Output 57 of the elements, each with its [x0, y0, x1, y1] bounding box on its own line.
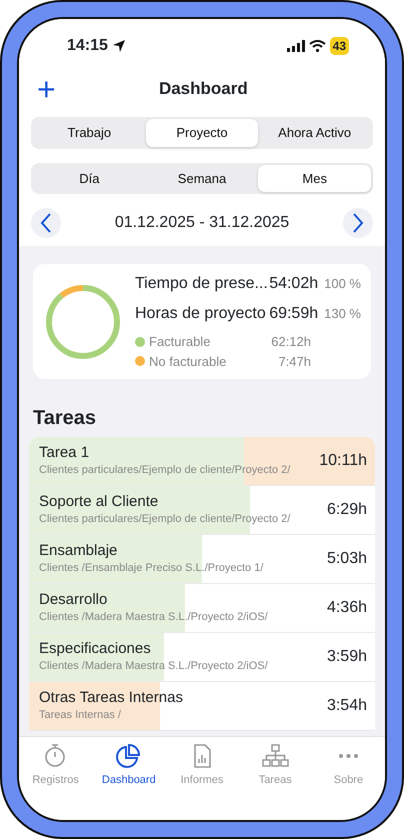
task-path: Clientes particulares/Ejemplo de cliente/Proyecto 2/ [39, 462, 292, 478]
task-path: Clientes /Ensamblaje Preciso S.L./Proyecto 1/ [39, 560, 264, 576]
task-time: 3:54h [326, 696, 367, 716]
tab-bar-item[interactable]: Dashboard [92, 743, 166, 788]
segment-tab[interactable]: Día [33, 164, 146, 192]
hierarchy-icon [262, 743, 289, 769]
segment-tab[interactable]: Semana [146, 164, 258, 192]
legend-label: No facturable [149, 352, 226, 370]
metric-label: Tiempo de prese... [135, 274, 268, 294]
more-icon [338, 754, 358, 758]
previous-button[interactable] [31, 208, 61, 238]
task-row[interactable]: Ensamblaje Clientes /Ensamblaje Preciso S.L./Proyecto 1/ 5:03h [29, 535, 375, 584]
date-range: 01.12.2025 - 31.12.2025 [114, 213, 290, 233]
add-button[interactable]: + [31, 73, 62, 105]
section-heading: Tareas [33, 406, 98, 431]
task-time: 3:59h [326, 647, 367, 667]
task-path: Clientes /Madera Maestra S.L./Proyecto 2/iOS/ [39, 610, 269, 625]
task-time: 4:36h [326, 598, 367, 618]
task-name: Desarrollo [39, 590, 108, 609]
legend-value: 7:47h [278, 352, 311, 370]
task-path: Clientes particulares/Ejemplo de cliente/Proyecto 2/ [39, 512, 292, 527]
chevron-right-icon [352, 213, 364, 233]
segment-tab[interactable]: Mes [258, 164, 372, 192]
metric-value: 69:59h [269, 304, 318, 324]
metric-value: 54:02h [269, 274, 318, 294]
wifi-icon [308, 40, 326, 52]
segment-tab[interactable]: Ahora Activo [258, 119, 372, 146]
metric-percent: 130 % [324, 305, 361, 323]
screen-title: Dashboard [158, 78, 249, 100]
task-time: 10:11h [319, 451, 367, 471]
metric-percent: 100 % [324, 275, 361, 293]
legend-value: 62:12h [271, 333, 311, 351]
segment-tab[interactable]: Proyecto [146, 119, 258, 146]
task-row[interactable]: Tarea 1 Clientes particulares/Ejemplo de cliente/Proyecto 2/ 10:11h [29, 437, 375, 486]
task-time: 6:29h [326, 500, 367, 520]
task-name: Tarea 1 [39, 444, 90, 462]
task-time: 5:03h [326, 549, 367, 569]
metric-label: Horas de proyecto [135, 304, 266, 324]
signal-icon [286, 40, 305, 52]
battery-indicator: 43 [330, 37, 349, 55]
location-arrow-icon [112, 39, 126, 53]
clock-time: 14:15 [67, 36, 108, 56]
task-name: Ensamblaje [39, 542, 118, 560]
chevron-left-icon [40, 213, 52, 233]
segment-tab[interactable]: Trabajo [33, 119, 146, 146]
task-row[interactable]: Otras Tareas Internas Tareas Internas / 3:54h [29, 682, 375, 731]
task-name: Otras Tareas Internas [39, 688, 184, 707]
next-button[interactable] [343, 208, 373, 238]
task-path: Tareas Internas / [39, 708, 122, 723]
task-name: Soporte al Cliente [39, 492, 160, 511]
task-row[interactable]: Soporte al Cliente Clientes particulares/Ejemplo de cliente/Proyecto 2/ 6:29h [29, 486, 375, 535]
legend-label: Facturable [149, 333, 210, 351]
pie-chart-icon [115, 743, 142, 769]
task-row[interactable]: Desarrollo Clientes /Madera Maestra S.L./Proyecto 2/iOS/ 4:36h [29, 584, 375, 633]
task-path: Clientes /Madera Maestra S.L./Proyecto 2/iOS/ [39, 658, 269, 674]
task-row[interactable]: Especificaciones Clientes /Madera Maestra S.L./Proyecto 2/iOS/ 3:59h [29, 633, 375, 682]
task-name: Especificaciones [39, 640, 152, 658]
